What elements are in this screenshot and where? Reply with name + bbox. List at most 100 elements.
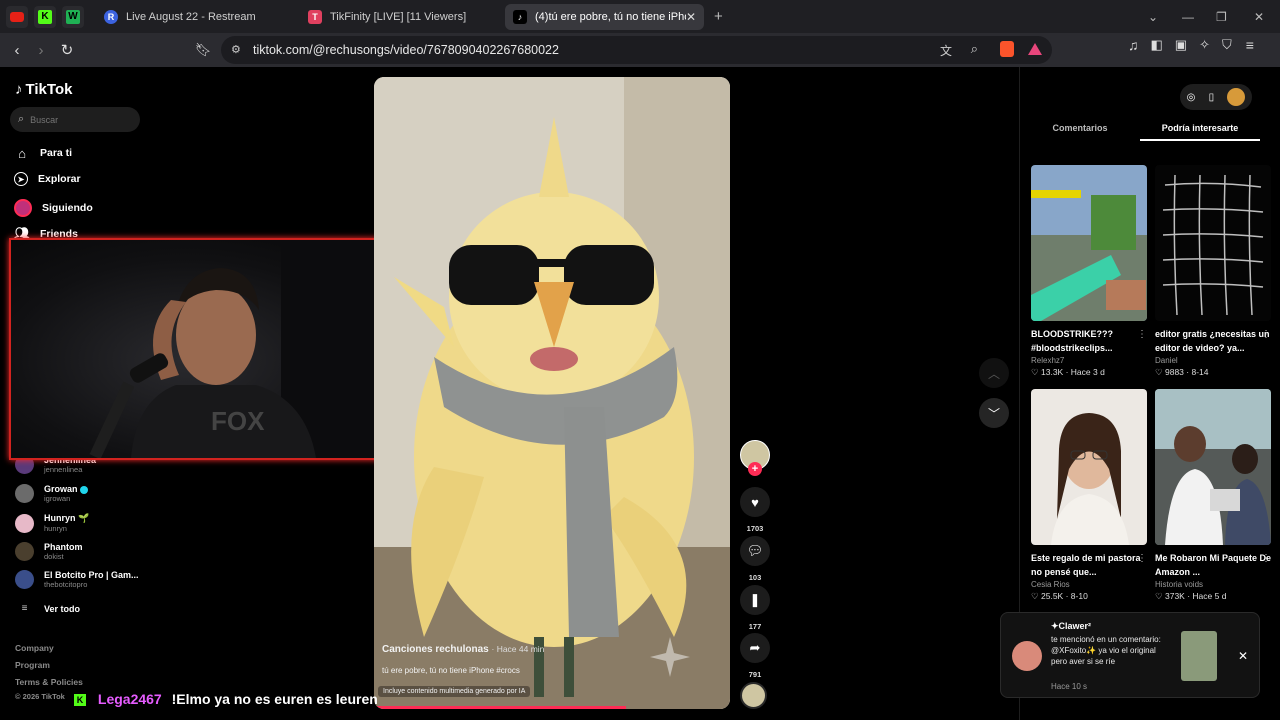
search-box[interactable]: ⌕ xyxy=(10,107,140,132)
recommended-card[interactable]: BLOODSTRIKE??? #bloodstrikeclips... Rele… xyxy=(1031,165,1147,378)
follow-plus-icon[interactable]: + xyxy=(748,462,762,476)
sound-disc-button[interactable] xyxy=(740,682,767,709)
close-tab-icon[interactable]: ✕ xyxy=(686,10,696,24)
like-count: 1703 xyxy=(746,524,764,533)
nav-for-you[interactable]: ⌂ Para ti xyxy=(14,145,72,161)
site-info-icon[interactable]: ⚙ xyxy=(231,43,241,56)
recommended-card[interactable]: editor gratis ¿necesitas un editor de vi… xyxy=(1155,165,1271,378)
pinned-tabs: K W xyxy=(0,0,84,33)
sidebar-icon[interactable]: ◧ xyxy=(1151,37,1163,53)
heart-outline-icon: ♡ xyxy=(1155,591,1163,601)
more-options-icon[interactable]: ⋮ xyxy=(1137,329,1147,340)
tab-comments[interactable]: Comentarios xyxy=(1020,117,1140,141)
share-button[interactable]: ➦ 791 xyxy=(740,633,770,679)
see-all-link[interactable]: ≡ Ver todo xyxy=(15,603,80,614)
save-count: 177 xyxy=(748,622,762,631)
card-likes: 373K xyxy=(1165,591,1185,601)
tiktok-page: ♪ TikTok ⌕ ⌂ Para ti ➤ Explorar Siguiend… xyxy=(0,67,1280,720)
heart-outline-icon: ♡ xyxy=(1031,591,1039,601)
more-options-icon[interactable]: ⋮ xyxy=(1261,329,1271,340)
video-progress-bar[interactable] xyxy=(374,706,626,709)
device-icon[interactable]: ▯ xyxy=(1209,92,1215,103)
tab-list-icon[interactable]: ⌄ xyxy=(1148,0,1158,33)
zoom-search-icon[interactable]: ⌕ xyxy=(971,41,978,57)
previous-video-icon[interactable]: ︿ xyxy=(979,358,1009,388)
tab-tikfinity[interactable]: T TikFinity [LIVE] [11 Viewers] xyxy=(300,4,500,30)
heart-outline-icon: ♡ xyxy=(1155,367,1163,377)
chat-username: Lega2467 xyxy=(97,691,162,707)
recommended-card[interactable]: Este regalo de mi pastora no pensé que..… xyxy=(1031,389,1147,602)
media-icon[interactable]: ♫ xyxy=(1128,37,1139,53)
footer-terms[interactable]: Terms & Policies xyxy=(15,677,83,687)
more-options-icon[interactable]: ⋮ xyxy=(1261,553,1271,564)
following-name: Hunryn 🌱 xyxy=(44,513,90,523)
brave-rewards-icon[interactable] xyxy=(1028,43,1042,55)
search-input[interactable] xyxy=(30,114,126,125)
save-button[interactable]: ❚ 177 xyxy=(740,585,770,631)
restore-icon[interactable]: ❐ xyxy=(1216,0,1227,33)
following-item[interactable]: Phantom dokist xyxy=(15,542,83,561)
card-date: Hace 3 d xyxy=(1070,367,1105,377)
menu-icon[interactable]: ≡ xyxy=(1246,37,1254,53)
video-author[interactable]: Canciones rechulonas · Hace 44 min xyxy=(382,644,544,655)
minimize-icon[interactable]: — xyxy=(1182,0,1194,33)
search-icon: ⌕ xyxy=(18,113,25,125)
close-notification-icon[interactable]: ✕ xyxy=(1238,649,1248,663)
following-item[interactable]: Growan igrowan xyxy=(15,484,89,503)
footer-company[interactable]: Company xyxy=(15,643,54,653)
tiktok-logo[interactable]: ♪ TikTok xyxy=(15,81,72,98)
like-button[interactable]: ♥ 1703 xyxy=(740,487,770,533)
gauge-icon[interactable]: ◎ xyxy=(1187,92,1196,103)
card-title: BLOODSTRIKE??? #bloodstrikeclips... xyxy=(1031,329,1113,353)
more-options-icon[interactable]: ⋮ xyxy=(1137,553,1147,564)
forward-icon[interactable]: › xyxy=(28,37,54,63)
close-window-icon[interactable]: ✕ xyxy=(1254,0,1264,33)
url-text: tiktok.com/@rechusongs/video/76780904022… xyxy=(253,43,559,57)
tab-restream[interactable]: R Live August 22 - Restream xyxy=(96,4,296,30)
mention-notification[interactable]: ✦Clawer² te mencionó en un comentario: @… xyxy=(1000,612,1260,698)
profile-avatar[interactable] xyxy=(1227,88,1246,106)
tab-tiktok-video[interactable]: ♪ (4)tú ere pobre, tú no tiene iPhone ✕ xyxy=(505,4,704,30)
following-item[interactable]: Hunryn 🌱 hunryn xyxy=(15,513,89,533)
brave-shields-icon[interactable] xyxy=(1000,41,1014,57)
tiktok-note-icon: ♪ xyxy=(15,81,23,98)
streamer-silhouette: FOX xyxy=(89,240,401,458)
webcam-overlay: FOX xyxy=(9,238,403,460)
comment-button[interactable]: 💬︎ 103 xyxy=(740,536,770,582)
tikfinity-favicon-icon: T xyxy=(308,10,322,24)
leo-ai-icon[interactable]: ✧ xyxy=(1199,37,1210,53)
tab-recommended[interactable]: Podría interesarte xyxy=(1140,117,1260,141)
ai-content-label: Incluye contenido multimedia generado po… xyxy=(378,686,531,697)
card-author: Historia voids xyxy=(1155,580,1204,589)
translate-icon[interactable]: 文 xyxy=(940,42,952,59)
following-name: Growan xyxy=(44,484,78,494)
new-tab-icon[interactable]: + xyxy=(714,8,723,25)
w-pinned-tab[interactable]: W xyxy=(62,5,84,28)
vpn-icon[interactable]: ⛉ xyxy=(1222,37,1232,53)
next-video-icon[interactable]: ﹀ xyxy=(979,398,1009,428)
avatar xyxy=(15,484,34,503)
chat-message: !Elmo ya no es euren es leuren xyxy=(171,691,378,707)
card-title: Me Robaron Mi Paquete De Amazon ... xyxy=(1155,553,1272,577)
tab-label: TikFinity [LIVE] [11 Viewers] xyxy=(330,11,467,23)
creator-avatar-button[interactable]: + xyxy=(740,440,770,476)
video-player[interactable]: Canciones rechulonas · Hace 44 min tú er… xyxy=(374,77,730,709)
kick-pinned-tab[interactable]: K xyxy=(34,5,56,28)
video-thumbnail xyxy=(1155,389,1271,545)
youtube-pinned-tab[interactable] xyxy=(6,5,28,28)
reload-icon[interactable]: ↻ xyxy=(54,37,80,63)
notifier-avatar xyxy=(1012,641,1042,671)
nav-following[interactable]: Siguiendo xyxy=(14,199,93,217)
following-item[interactable]: El Botcito Pro | Gam... thebotcitopro xyxy=(15,570,139,589)
nav-explore[interactable]: ➤ Explorar xyxy=(14,172,81,186)
footer-program[interactable]: Program xyxy=(15,660,50,670)
share-icon: ➦ xyxy=(740,633,770,663)
card-author: Relexhz7 xyxy=(1031,356,1065,365)
back-icon[interactable]: ‹ xyxy=(4,37,30,63)
comment-count: 103 xyxy=(748,573,762,582)
bookmark-icon[interactable]: 🔖︎ xyxy=(190,37,216,63)
card-title: editor gratis ¿necesitas un editor de vi… xyxy=(1155,329,1270,353)
recommended-card[interactable]: Me Robaron Mi Paquete De Amazon ... Hist… xyxy=(1155,389,1271,602)
wallet-icon[interactable]: ▣ xyxy=(1175,37,1187,53)
address-bar[interactable]: ⚙ tiktok.com/@rechusongs/video/767809040… xyxy=(221,36,1052,64)
